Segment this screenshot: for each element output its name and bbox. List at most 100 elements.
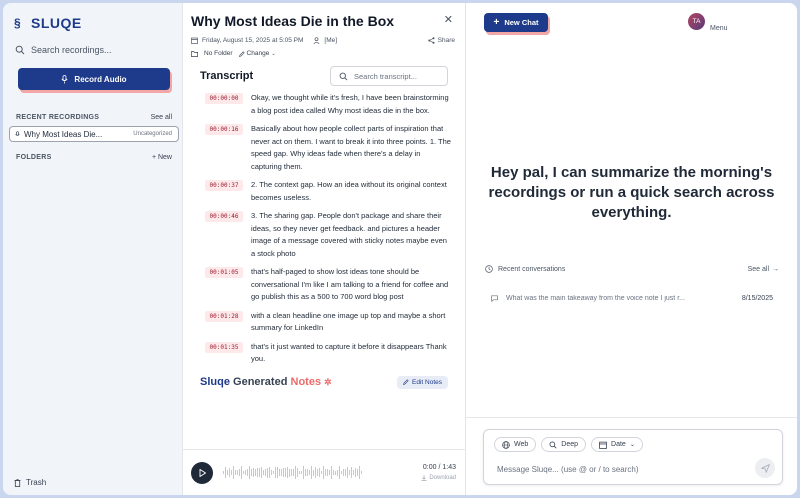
search-placeholder: Search recordings... [31, 45, 112, 55]
waveform-bar [335, 470, 336, 475]
waveform-bar [243, 470, 244, 475]
globe-icon [502, 440, 510, 449]
notes-title-generated: Generated [233, 376, 288, 388]
play-button[interactable] [191, 461, 213, 484]
recent-recordings-title: RECENT RECORDINGS [16, 114, 100, 121]
calendar-icon [191, 37, 198, 44]
recording-date: Friday, August 15, 2025 at 5:05 PM [202, 37, 304, 44]
waveform-bar [267, 467, 268, 478]
timestamp-chip[interactable]: 00:00:46 [205, 211, 243, 222]
recordings-search[interactable]: Search recordings... [15, 41, 170, 59]
waveform-bar [249, 466, 250, 479]
chevron-down-icon: ⌄ [629, 442, 635, 448]
waveform-bar [313, 469, 314, 476]
waveform-bar [309, 470, 310, 475]
date-chip-label: Date [611, 441, 626, 448]
deep-search-toggle[interactable]: Deep [541, 437, 587, 452]
recording-title: Why Most Ideas Die in the Box [191, 13, 395, 29]
chat-panel: + New Chat TA Menu Hey pal, I can summar… [466, 3, 797, 495]
waveform-bar [343, 468, 344, 477]
waveform-bar [275, 467, 276, 478]
waveform-bar [325, 469, 326, 476]
edit-notes-button[interactable]: Edit Notes [397, 375, 448, 389]
change-folder-button[interactable]: Change ⌄ [238, 50, 276, 57]
timestamp-chip[interactable]: 00:00:00 [205, 93, 243, 104]
waveform-bar [305, 468, 306, 477]
see-all-recordings-link[interactable]: See all [151, 114, 172, 121]
search-icon [15, 45, 25, 55]
audio-waveform[interactable] [223, 464, 411, 482]
new-chat-button[interactable]: + New Chat [484, 13, 548, 32]
waveform-bar [279, 468, 280, 477]
timestamp-chip[interactable]: 00:01:05 [205, 267, 243, 278]
edit-notes-label: Edit Notes [412, 378, 442, 386]
waveform-bar [293, 469, 294, 476]
search-icon [339, 72, 348, 80]
waveform-bar [277, 467, 278, 478]
transcript-entry: 00:00:37 2. The context gap. How an idea … [205, 179, 451, 204]
playback-time: 0:00 / 1:43 [422, 464, 456, 471]
timestamp-chip[interactable]: 00:01:35 [205, 341, 243, 353]
conversation-date: 8/15/2025 [741, 295, 773, 302]
waveform-bar [317, 469, 318, 476]
waveform-bar [225, 466, 226, 479]
download-button[interactable]: Download [421, 475, 456, 481]
menu-button[interactable]: Menu [710, 25, 728, 32]
recording-item[interactable]: Why Most Ideas Die... Uncategorized [9, 126, 179, 142]
chat-icon [491, 295, 498, 302]
waveform-bar [257, 467, 258, 478]
waveform-bar [239, 469, 240, 476]
transcript-text: 2. The context gap. How an idea without … [251, 180, 447, 202]
waveform-bar [341, 470, 342, 475]
waveform-bar [259, 468, 260, 477]
timestamp-chip[interactable]: 00:00:37 [205, 180, 243, 191]
waveform-bar [347, 466, 348, 479]
plus-icon: + [493, 16, 500, 28]
timestamp-chip[interactable]: 00:01:28 [205, 310, 243, 322]
waveform-bar [311, 466, 312, 479]
audio-player: 0:00 / 1:43 Download [183, 449, 465, 495]
record-audio-button[interactable]: Record Audio [18, 68, 170, 90]
close-icon[interactable]: ✕ [444, 13, 455, 26]
waveform-bar [315, 467, 316, 478]
trash-link[interactable]: Trash [14, 478, 46, 487]
notes-title-brand: Sluqe [200, 376, 230, 388]
share-button[interactable]: Share [427, 37, 455, 44]
waveform-bar [281, 469, 282, 476]
send-icon [760, 463, 770, 473]
logo[interactable]: § SLUQE [3, 3, 182, 33]
transcript-text: that's half-paged to show lost ideas ton… [251, 267, 449, 301]
timestamp-chip[interactable]: 00:00:16 [205, 124, 243, 135]
waveform-bar [351, 467, 352, 478]
message-composer: Web Deep Date ⌄ Message Sluqe... (use @ … [483, 429, 783, 485]
record-audio-label: Record Audio [74, 74, 127, 84]
mic-icon [15, 130, 20, 136]
folder-icon [191, 50, 198, 57]
waveform-bar [247, 468, 248, 477]
waveform-bar [241, 465, 242, 480]
new-folder-button[interactable]: + New [152, 154, 172, 161]
waveform-bar [269, 466, 270, 479]
message-input[interactable]: Message Sluqe... (use @ or / to search) [497, 465, 639, 474]
waveform-bar [329, 470, 330, 475]
conversation-item[interactable]: What was the main takeaway from the voic… [491, 295, 773, 302]
see-all-conversations-link[interactable]: See all → [748, 266, 779, 273]
date-filter-dropdown[interactable]: Date ⌄ [591, 437, 643, 452]
waveform-bar [355, 468, 356, 477]
waveform-bar [223, 471, 224, 474]
waveform-bar [265, 469, 266, 476]
avatar[interactable]: TA [688, 13, 705, 30]
web-search-toggle[interactable]: Web [494, 437, 537, 452]
app-window: § SLUQE Search recordings... Record Audi… [3, 3, 797, 495]
web-chip-label: Web [514, 441, 529, 448]
pencil-icon [403, 379, 409, 385]
transcript-search-input[interactable]: Search transcript... [330, 66, 448, 86]
transcript-entry: 00:00:16 Basically about how people colle… [205, 123, 451, 173]
waveform-bar [273, 470, 274, 475]
transcript-text: with a clean headline one image up top a… [251, 310, 446, 333]
waveform-bar [261, 467, 262, 478]
send-button[interactable] [755, 458, 775, 478]
chevron-down-icon: ⌄ [271, 50, 276, 57]
new-chat-label: New Chat [504, 18, 539, 27]
waveform-bar [337, 469, 338, 476]
